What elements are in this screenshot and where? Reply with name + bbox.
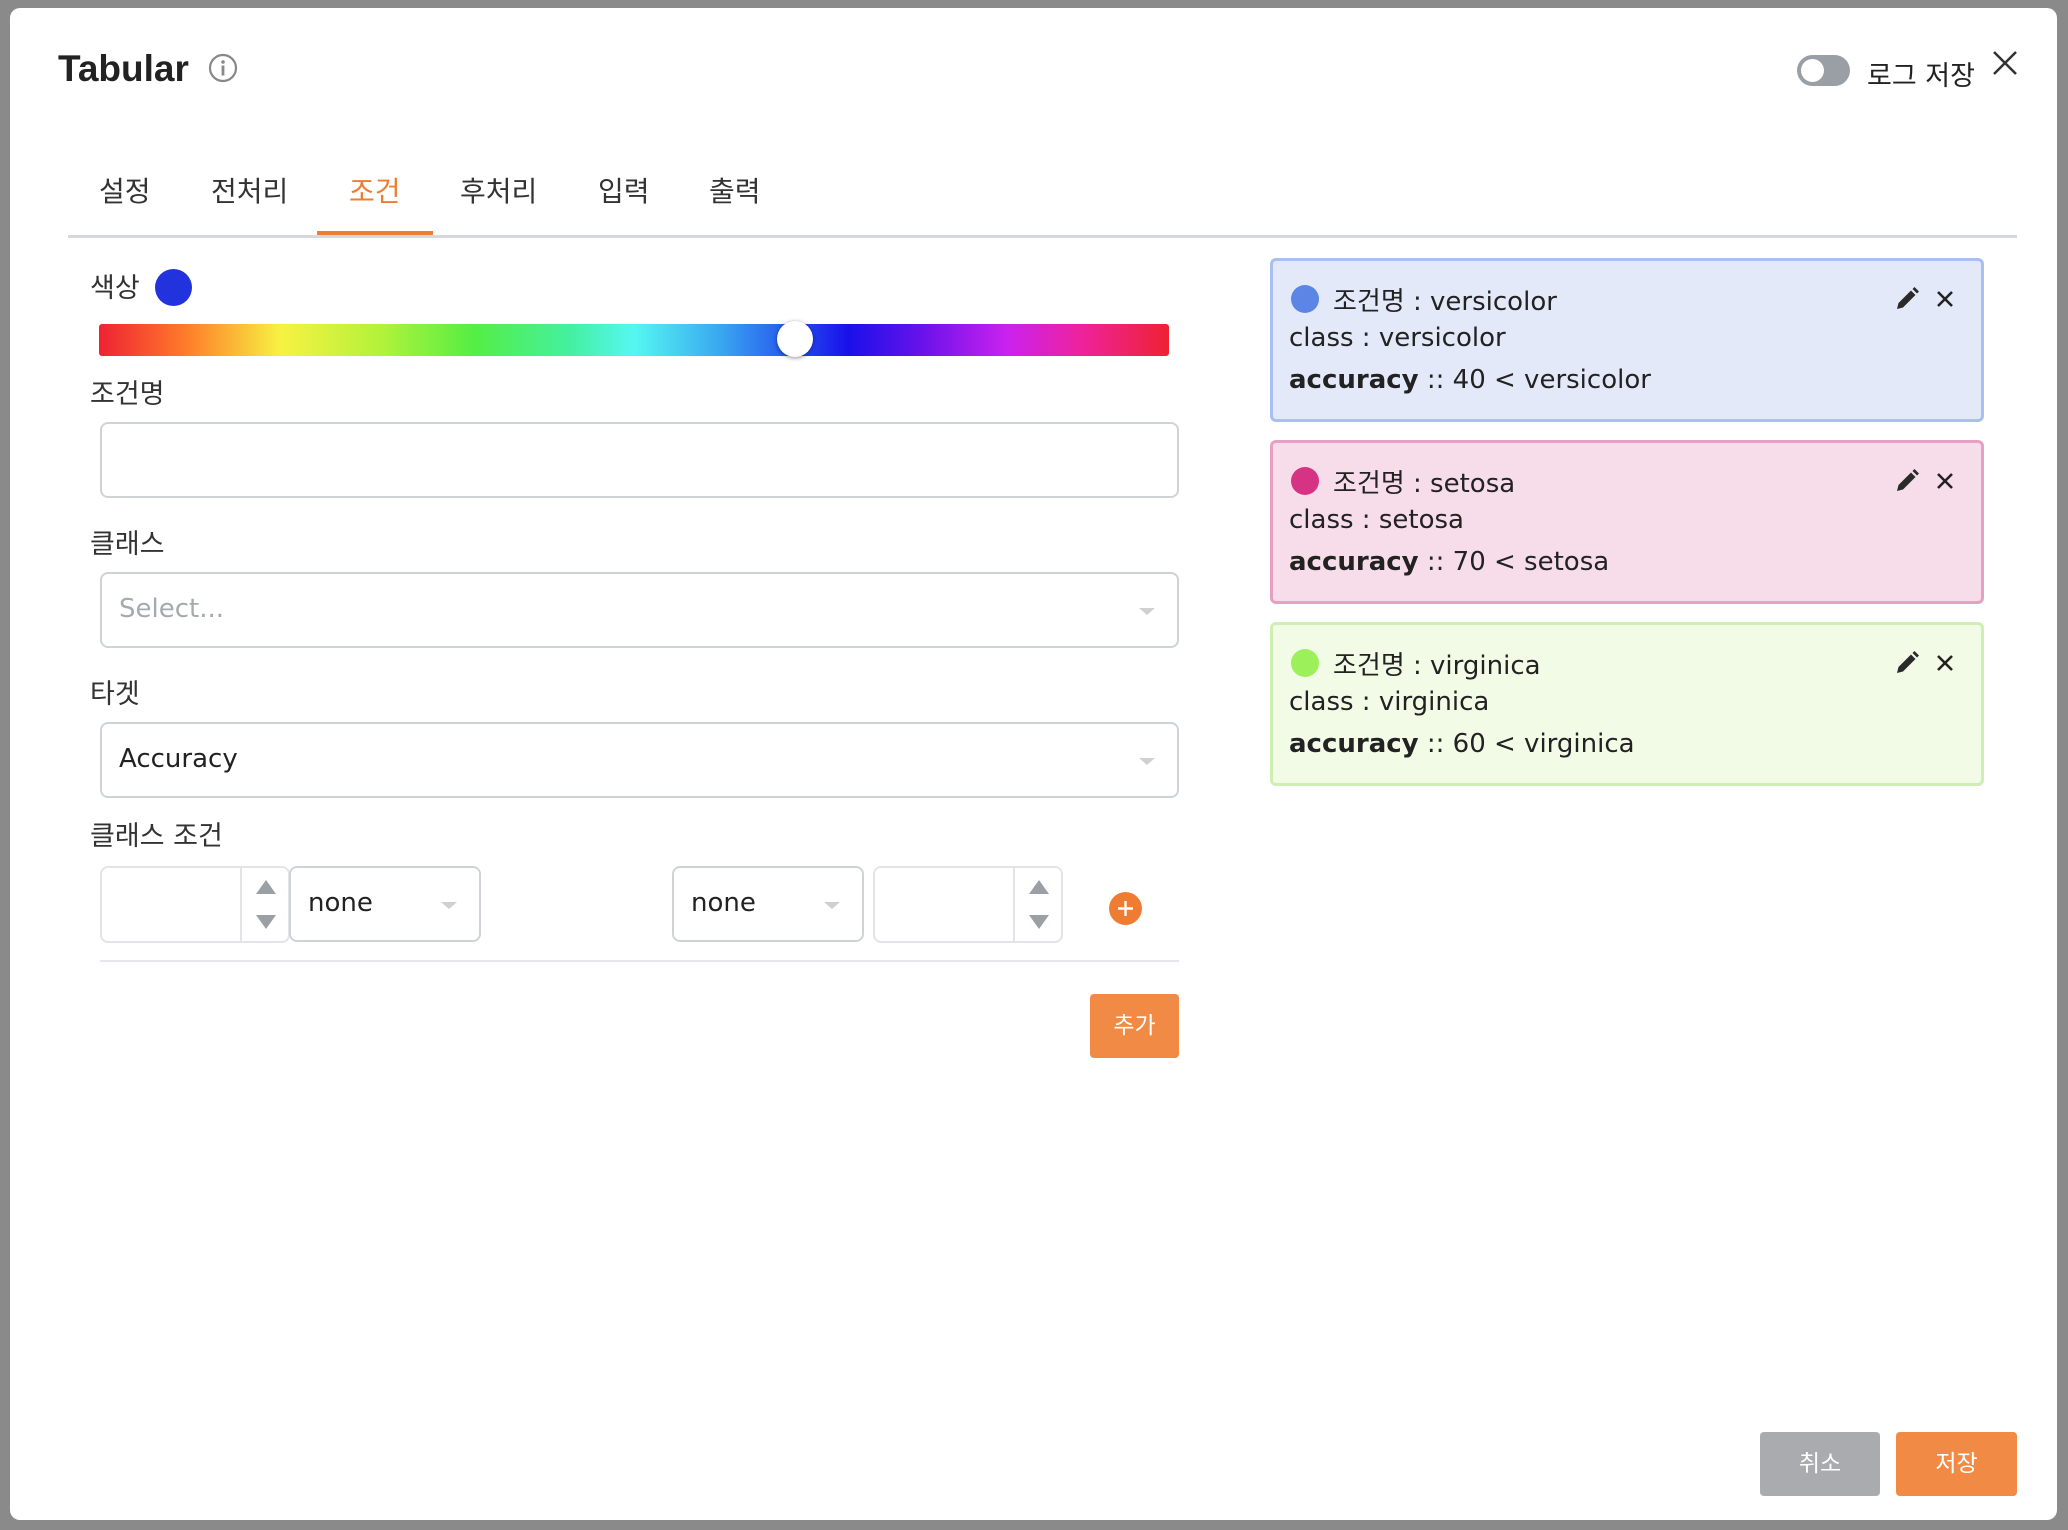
spin-down-icon[interactable] xyxy=(256,915,276,929)
condition-metric: accuracy xyxy=(1289,547,1419,577)
tab-input[interactable]: 입력 xyxy=(598,170,650,232)
modal-title: Tabular xyxy=(58,48,189,89)
left-operator-value: none xyxy=(308,888,373,918)
condition-name: 조건명 : virginica xyxy=(1333,651,1541,681)
condition-name-label: 조건명 xyxy=(90,379,165,410)
hue-slider-thumb[interactable] xyxy=(776,321,813,357)
info-icon[interactable] xyxy=(208,53,238,83)
pencil-icon[interactable] xyxy=(1893,649,1921,677)
spin-up-icon[interactable] xyxy=(1029,880,1049,894)
condition-name-input[interactable] xyxy=(100,422,1179,498)
condition-class: class : versicolor xyxy=(1289,323,1506,353)
condition-rule-text: :: 40 < versicolor xyxy=(1418,365,1651,395)
form-divider xyxy=(100,960,1179,962)
spin-up-icon[interactable] xyxy=(256,880,276,894)
condition-rule-text: :: 60 < virginica xyxy=(1418,729,1635,759)
condition-name: 조건명 : setosa xyxy=(1333,469,1516,499)
log-save-label: 로그 저장 xyxy=(1867,61,1975,92)
class-select[interactable]: Select... xyxy=(100,572,1179,648)
target-label: 타겟 xyxy=(90,679,140,710)
pencil-icon[interactable] xyxy=(1893,285,1921,313)
condition-rule-text: :: 70 < setosa xyxy=(1418,547,1610,577)
tab-postprocessing[interactable]: 후처리 xyxy=(460,170,537,232)
left-number-spinner xyxy=(240,868,288,941)
tab-output[interactable]: 출력 xyxy=(709,170,761,232)
right-number-input[interactable] xyxy=(873,866,1063,943)
target-select[interactable]: Accuracy xyxy=(100,722,1179,798)
chevron-down-icon xyxy=(824,902,840,909)
condition-name: 조건명 : versicolor xyxy=(1333,287,1557,317)
right-number-spinner xyxy=(1013,868,1061,941)
toggle-knob xyxy=(1801,59,1824,82)
chevron-down-icon xyxy=(1139,758,1155,765)
condition-rule: accuracy :: 40 < versicolor xyxy=(1289,365,1651,395)
spin-down-icon[interactable] xyxy=(1029,915,1049,929)
tab-preprocessing[interactable]: 전처리 xyxy=(211,170,288,232)
chevron-down-icon xyxy=(1139,608,1155,615)
target-select-value: Accuracy xyxy=(119,744,238,774)
condition-metric: accuracy xyxy=(1289,729,1419,759)
condition-color-dot xyxy=(1291,649,1319,677)
delete-x-icon[interactable] xyxy=(1933,651,1957,675)
add-condition-plus-icon[interactable] xyxy=(1109,892,1142,925)
close-icon[interactable] xyxy=(1988,46,2022,80)
condition-color-dot xyxy=(1291,467,1319,495)
condition-class: class : virginica xyxy=(1289,687,1490,717)
save-button[interactable]: 저장 xyxy=(1896,1432,2017,1496)
delete-x-icon[interactable] xyxy=(1933,287,1957,311)
class-condition-label: 클래스 조건 xyxy=(90,821,223,852)
selected-color-swatch xyxy=(155,269,192,306)
class-label: 클래스 xyxy=(90,529,165,560)
right-operator-select[interactable]: none xyxy=(672,866,864,942)
condition-rule: accuracy :: 70 < setosa xyxy=(1289,547,1609,577)
add-button[interactable]: 추가 xyxy=(1090,994,1179,1058)
condition-card-setosa: 조건명 : setosa class : setosa accuracy :: … xyxy=(1270,440,1984,604)
condition-color-dot xyxy=(1291,285,1319,313)
color-label: 색상 xyxy=(90,273,140,304)
condition-modal: Tabular 로그 저장 설정 전처리 조건 후처리 입력 출력 색상 조건명… xyxy=(10,8,2057,1520)
hue-slider[interactable] xyxy=(99,324,1169,356)
tab-bar: 설정 전처리 조건 후처리 입력 출력 xyxy=(68,158,2017,238)
condition-card-versicolor: 조건명 : versicolor class : versicolor accu… xyxy=(1270,258,1984,422)
tab-settings[interactable]: 설정 xyxy=(99,170,151,232)
condition-rule: accuracy :: 60 < virginica xyxy=(1289,729,1635,759)
delete-x-icon[interactable] xyxy=(1933,469,1957,493)
chevron-down-icon xyxy=(441,902,457,909)
condition-metric: accuracy xyxy=(1289,365,1419,395)
left-number-input[interactable] xyxy=(100,866,290,943)
condition-card-virginica: 조건명 : virginica class : virginica accura… xyxy=(1270,622,1984,786)
class-select-placeholder: Select... xyxy=(119,594,225,624)
left-operator-select[interactable]: none xyxy=(289,866,481,942)
log-save-toggle[interactable] xyxy=(1797,55,1850,86)
tab-condition[interactable]: 조건 xyxy=(317,170,432,235)
right-operator-value: none xyxy=(691,888,756,918)
condition-class: class : setosa xyxy=(1289,505,1464,535)
pencil-icon[interactable] xyxy=(1893,467,1921,495)
cancel-button[interactable]: 취소 xyxy=(1760,1432,1880,1496)
